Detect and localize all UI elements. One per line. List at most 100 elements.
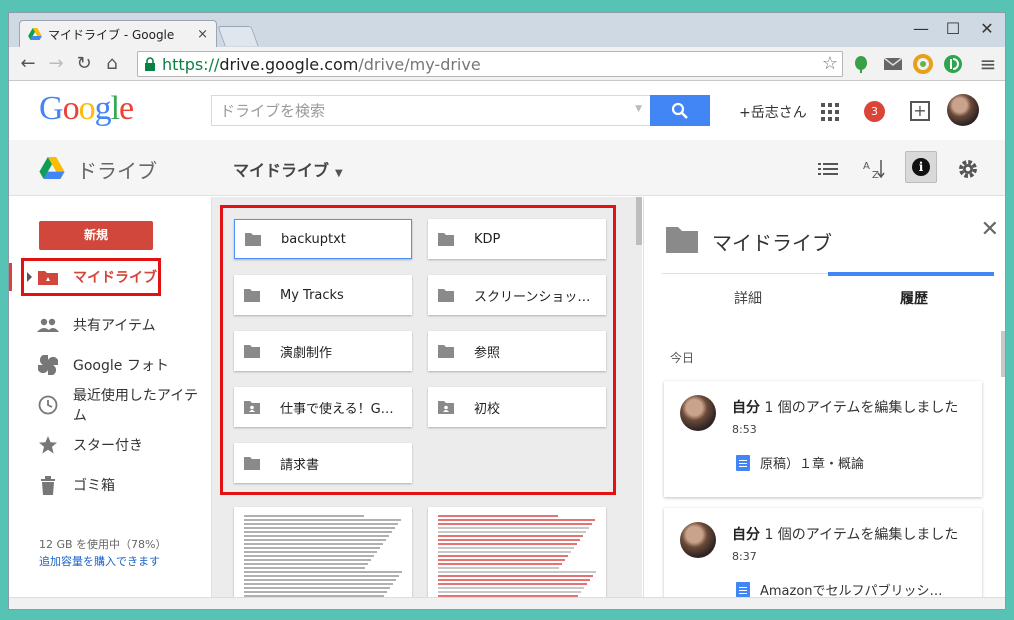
activity-text: 自分 1 個のアイテムを編集しました [732, 400, 959, 416]
product-title: ドライブ [77, 159, 157, 183]
sort-az-icon[interactable]: A Z [861, 156, 887, 182]
drive-favicon-icon [28, 28, 42, 40]
tab-title: マイドライブ - Google [48, 27, 175, 42]
bookmark-star-icon[interactable]: ☆ [822, 53, 838, 74]
star-icon [37, 434, 59, 456]
google-logo[interactable]: Google [39, 90, 134, 128]
address-bar[interactable]: https://drive.google.com/drive/my-drive … [137, 51, 843, 77]
reload-icon[interactable]: ↻ [73, 53, 95, 75]
thumbnail-text-line [438, 539, 580, 541]
thumbnail-text-line [244, 543, 383, 545]
maximize-button[interactable]: ☐ [941, 19, 965, 38]
sidebar-item-recent[interactable]: 最近使用したアイテム [9, 388, 211, 424]
tab-close-icon[interactable]: × [197, 27, 208, 42]
thumbnail-text-line [438, 567, 559, 569]
sidebar-item-starred[interactable]: スター付き [9, 429, 211, 461]
details-scrollbar[interactable] [1001, 331, 1005, 377]
section-heading: 今日 [670, 351, 695, 365]
drive-logo-icon[interactable] [39, 157, 65, 179]
document-thumbnail[interactable] [428, 507, 606, 597]
thumbnail-text-line [244, 563, 368, 565]
avatar [680, 522, 716, 558]
sidebar-item-label: Google フォト [73, 358, 169, 374]
thumbnail-text-line [438, 583, 587, 585]
thumbnail-text-line [438, 563, 562, 565]
settings-gear-icon[interactable] [955, 156, 981, 182]
back-arrow-icon[interactable]: ← [17, 53, 39, 75]
thumbnail-text-line [438, 519, 595, 521]
details-toggle-button[interactable]: i [905, 151, 937, 183]
sidebar-item-label: スター付き [73, 438, 143, 454]
sidebar-item-shared[interactable]: 共有アイテム [9, 309, 211, 341]
activity-text: 自分 1 個のアイテムを編集しました [732, 527, 959, 543]
search-button[interactable] [650, 95, 710, 126]
url-host: drive.google.com [219, 54, 359, 74]
close-icon[interactable]: ✕ [981, 217, 999, 242]
search-options-icon[interactable]: ▼ [635, 104, 642, 114]
url-path: /drive/my-drive [358, 54, 481, 74]
sidebar: 新規 マイドライブ 共有アイテム Google フォト 最近使用したアイテム ス… [9, 197, 211, 597]
photos-icon [37, 354, 59, 376]
search-icon [671, 102, 688, 119]
search-input[interactable]: ドライブを検索 ▼ [211, 95, 651, 126]
thumbnail-text-line [244, 555, 374, 557]
thumbnail-text-line [244, 527, 395, 529]
grid-scrollbar[interactable] [636, 197, 642, 245]
thumbnail-text-line [438, 527, 589, 529]
minimize-button[interactable]: — [909, 19, 933, 38]
thumbnail-text-line [244, 575, 399, 577]
chevron-down-icon: ▼ [335, 168, 343, 179]
share-plus-icon[interactable]: + [910, 101, 930, 121]
ring-extension-icon[interactable] [913, 54, 933, 74]
notification-badge[interactable]: 3 [864, 101, 885, 122]
svg-text:A: A [863, 161, 870, 172]
browser-tab[interactable]: マイドライブ - Google × [19, 20, 217, 47]
close-window-button[interactable]: ✕ [975, 19, 999, 38]
activity-file-link[interactable]: 原稿）１章・概論 [736, 453, 864, 472]
document-thumbnail[interactable] [234, 507, 412, 597]
sidebar-item-label: 共有アイテム [73, 318, 156, 334]
folder-icon [666, 227, 698, 253]
thumbnail-text-line [438, 575, 593, 577]
info-icon: i [912, 158, 930, 176]
apps-grid-icon[interactable] [821, 103, 839, 121]
details-title: マイドライブ [712, 231, 832, 255]
trash-icon [37, 474, 59, 496]
avatar[interactable] [947, 94, 979, 126]
title-bar: マイドライブ - Google × — ☐ ✕ [9, 13, 1005, 47]
thumbnail-text-line [438, 559, 565, 561]
activity-card[interactable]: 自分 1 個のアイテムを編集しました 8:53 原稿）１章・概論 [664, 381, 982, 497]
thumbnail-text-line [244, 523, 398, 525]
thumbnail-text-line [438, 531, 586, 533]
thumbnail-text-line [438, 547, 574, 549]
forward-arrow-icon[interactable]: → [45, 53, 67, 75]
thumbnail-text-line [438, 555, 568, 557]
evernote-extension-icon[interactable] [851, 54, 871, 74]
new-tab-button[interactable] [217, 26, 259, 46]
horizontal-scrollbar[interactable] [9, 597, 1005, 609]
file-grid: backuptxt KDP My Tracks スクリーンショッ… 演劇制作 参… [212, 197, 642, 597]
mail-extension-icon[interactable] [883, 54, 903, 74]
sidebar-item-photos[interactable]: Google フォト [9, 349, 211, 381]
buy-storage-link[interactable]: 追加容量を購入できます [39, 553, 167, 570]
activity-card[interactable]: 自分 1 個のアイテムを編集しました 8:37 Amazonでセルフパブリッシ… [664, 508, 982, 597]
active-tab-indicator [828, 272, 994, 276]
thumbnail-text-line [438, 587, 584, 589]
menu-icon[interactable]: ≡ [977, 53, 999, 75]
tab-activity[interactable]: 履歴 [900, 288, 928, 308]
new-button[interactable]: 新規 [39, 221, 153, 250]
thumbnail-text-line [244, 567, 365, 569]
activity-file-link[interactable]: Amazonでセルフパブリッシ… [736, 580, 943, 597]
google-header: Google ドライブを検索 ▼ +岳志さん 3 + [9, 82, 1005, 140]
list-view-icon[interactable] [815, 156, 841, 182]
clock-icon [37, 394, 59, 416]
thumbnail-text-line [438, 591, 581, 593]
green-extension-icon[interactable] [943, 54, 963, 74]
drive-toolbar: ドライブ マイドライブ ▼ A Z i [9, 140, 1005, 196]
user-name-link[interactable]: +岳志さん [739, 102, 807, 122]
activity-time: 8:37 [732, 550, 757, 563]
location-menu[interactable]: マイドライブ ▼ [233, 157, 343, 181]
tab-details[interactable]: 詳細 [734, 288, 762, 308]
home-icon[interactable]: ⌂ [101, 53, 123, 75]
sidebar-item-trash[interactable]: ゴミ箱 [9, 469, 211, 501]
